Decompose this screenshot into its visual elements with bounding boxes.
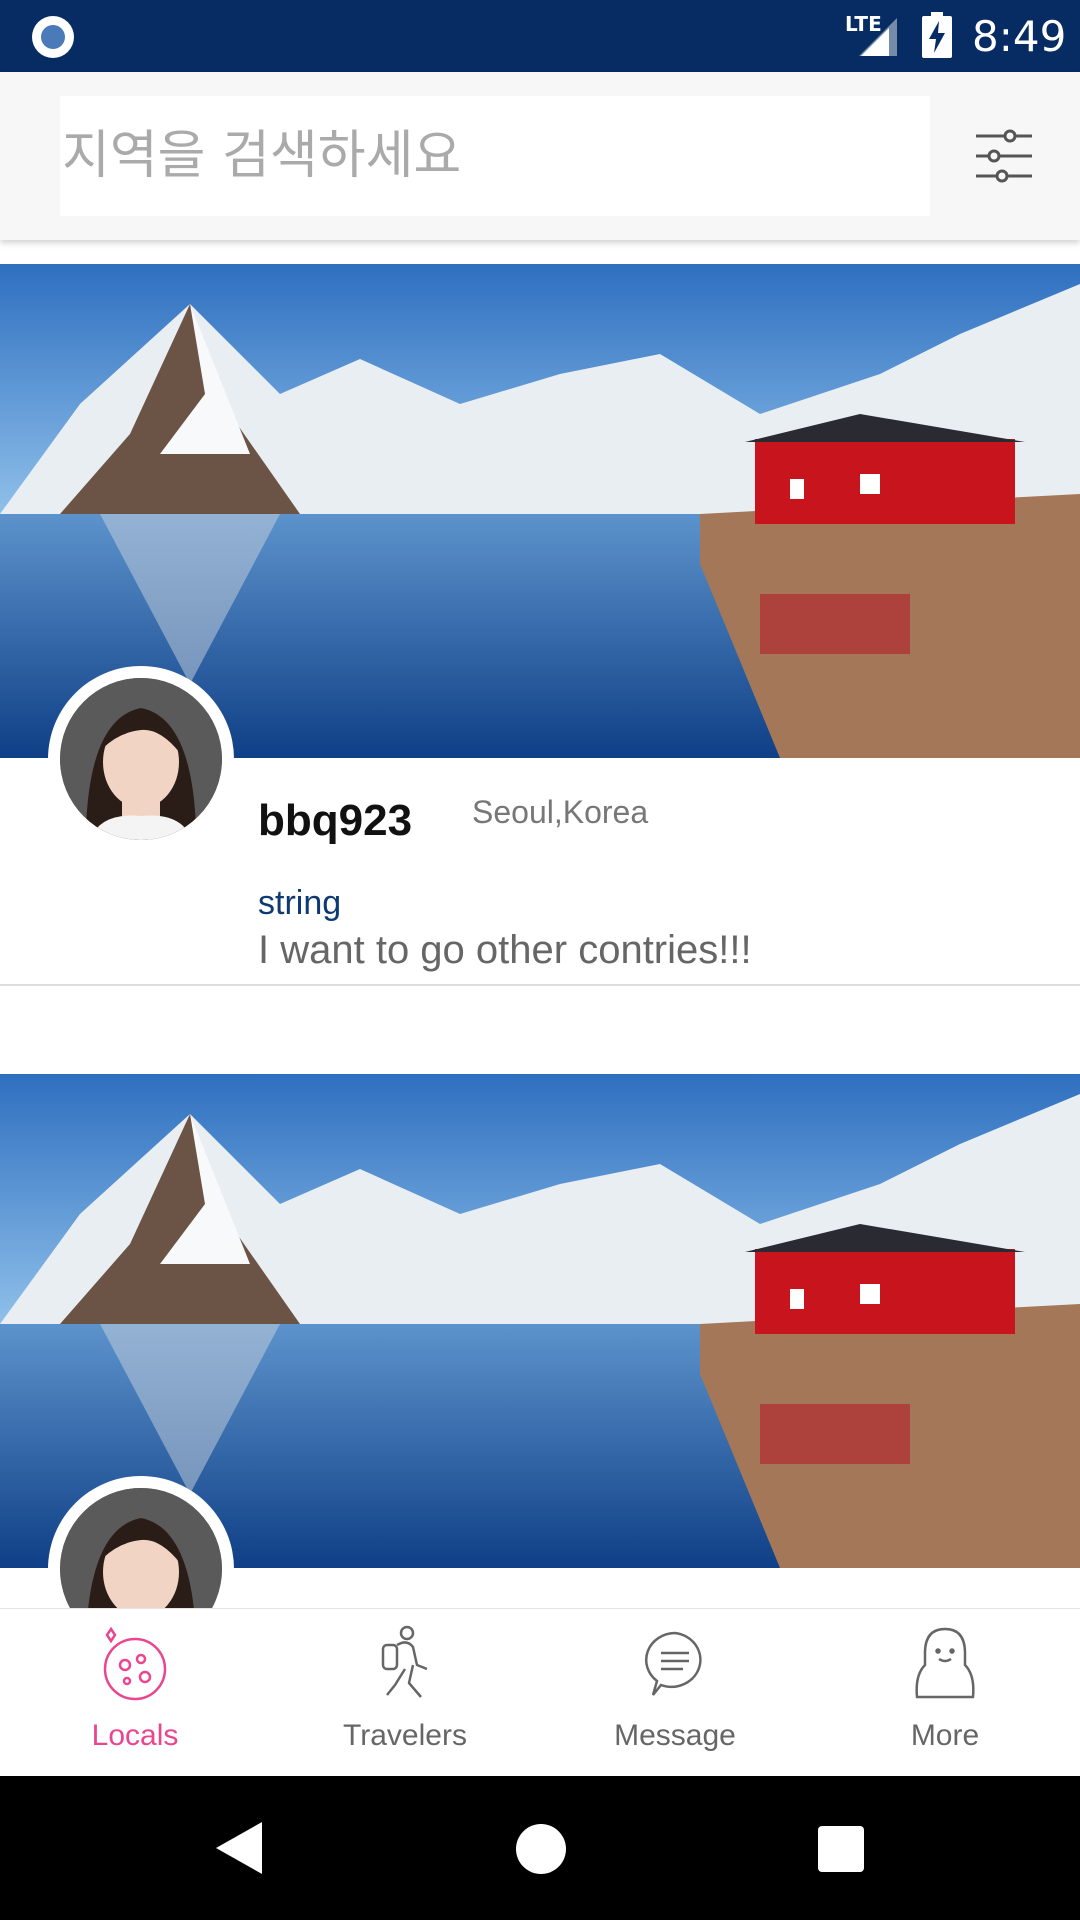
sliders-filter-icon[interactable]: [972, 124, 1036, 188]
backpacker-icon: [381, 1625, 428, 1698]
cell-signal-icon: [859, 18, 897, 56]
clock: 8:49: [972, 12, 1067, 61]
search-header: [0, 72, 1080, 240]
bottom-navigation: Locals Travelers Message More: [0, 1608, 1080, 1776]
chat-bubble-icon: [644, 1631, 702, 1696]
avatar[interactable]: [48, 666, 234, 852]
username: bbq923: [258, 796, 413, 845]
planet-icon: [103, 1626, 167, 1701]
tab-label: More: [910, 1719, 980, 1752]
notification-circle-icon: [32, 16, 74, 58]
battery-charging-icon: [922, 12, 952, 58]
tab-label: Message: [614, 1719, 736, 1752]
tab-label: Locals: [91, 1719, 179, 1752]
search-input[interactable]: [60, 96, 930, 216]
ghost-person-icon: [915, 1627, 975, 1699]
tab-message[interactable]: Message: [540, 1609, 810, 1777]
tab-more[interactable]: More: [810, 1609, 1080, 1777]
location-label: Seoul,Korea: [472, 794, 649, 830]
profile-subtitle: string: [258, 884, 342, 922]
back-triangle-icon[interactable]: [214, 1820, 264, 1876]
tab-label: Travelers: [343, 1719, 467, 1752]
system-navigation-bar: [0, 1776, 1080, 1920]
recent-square-icon[interactable]: [818, 1826, 864, 1872]
profile-card[interactable]: [0, 1074, 1080, 1608]
profile-message: I want to go other contries!!!: [258, 928, 752, 972]
profile-card[interactable]: bbq923 Seoul,Korea string I want to go o…: [0, 264, 1080, 986]
status-bar: LTE 8:49: [0, 0, 1080, 72]
home-circle-icon[interactable]: [516, 1824, 566, 1874]
tab-locals[interactable]: Locals: [0, 1609, 270, 1777]
tab-travelers[interactable]: Travelers: [270, 1609, 540, 1777]
